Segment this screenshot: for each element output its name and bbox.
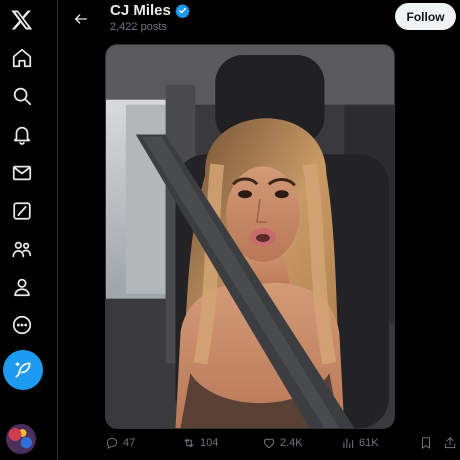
compose-feather-icon[interactable] — [3, 350, 43, 390]
x-logo-icon[interactable] — [4, 2, 40, 38]
reply-icon — [106, 437, 118, 449]
nav-rail — [0, 0, 58, 460]
profile-header: CJ Miles 2,422 posts Follow — [58, 0, 460, 40]
communities-icon[interactable] — [4, 231, 40, 267]
reply-count: 47 — [123, 437, 136, 449]
grok-slash-icon[interactable] — [4, 193, 40, 229]
reply-button[interactable]: 47 — [105, 436, 135, 450]
repost-icon — [184, 439, 194, 447]
share-icon — [444, 437, 456, 449]
messages-envelope-icon[interactable] — [4, 155, 40, 191]
media-letterbox — [395, 44, 453, 429]
posts-count: 2,422 posts — [110, 21, 167, 33]
views-count: 61K — [359, 437, 379, 449]
share-button[interactable] — [443, 436, 457, 450]
post-media-image[interactable] — [105, 44, 395, 429]
account-avatar[interactable] — [6, 424, 36, 454]
repost-count: 104 — [200, 437, 219, 449]
profile-person-icon[interactable] — [4, 269, 40, 305]
heart-icon — [263, 438, 275, 449]
home-icon[interactable] — [4, 40, 40, 76]
bookmark-icon — [422, 437, 430, 449]
profile-name-row: CJ Miles — [110, 2, 190, 19]
more-dots-icon[interactable] — [4, 307, 40, 343]
views-chart-icon — [343, 438, 354, 449]
verified-badge-icon — [175, 3, 190, 18]
profile-name: CJ Miles — [110, 2, 171, 19]
like-button[interactable]: 2.4K — [262, 436, 303, 450]
views-button[interactable]: 61K — [341, 436, 379, 450]
back-arrow-icon[interactable] — [68, 6, 94, 32]
search-icon[interactable] — [4, 78, 40, 114]
repost-button[interactable]: 104 — [182, 436, 218, 450]
bookmark-button[interactable] — [419, 436, 433, 450]
like-count: 2.4K — [280, 437, 303, 449]
notifications-bell-icon[interactable] — [4, 117, 40, 153]
follow-button[interactable]: Follow — [395, 3, 456, 30]
post-action-bar: 47 104 2.4K 61K — [105, 436, 457, 456]
